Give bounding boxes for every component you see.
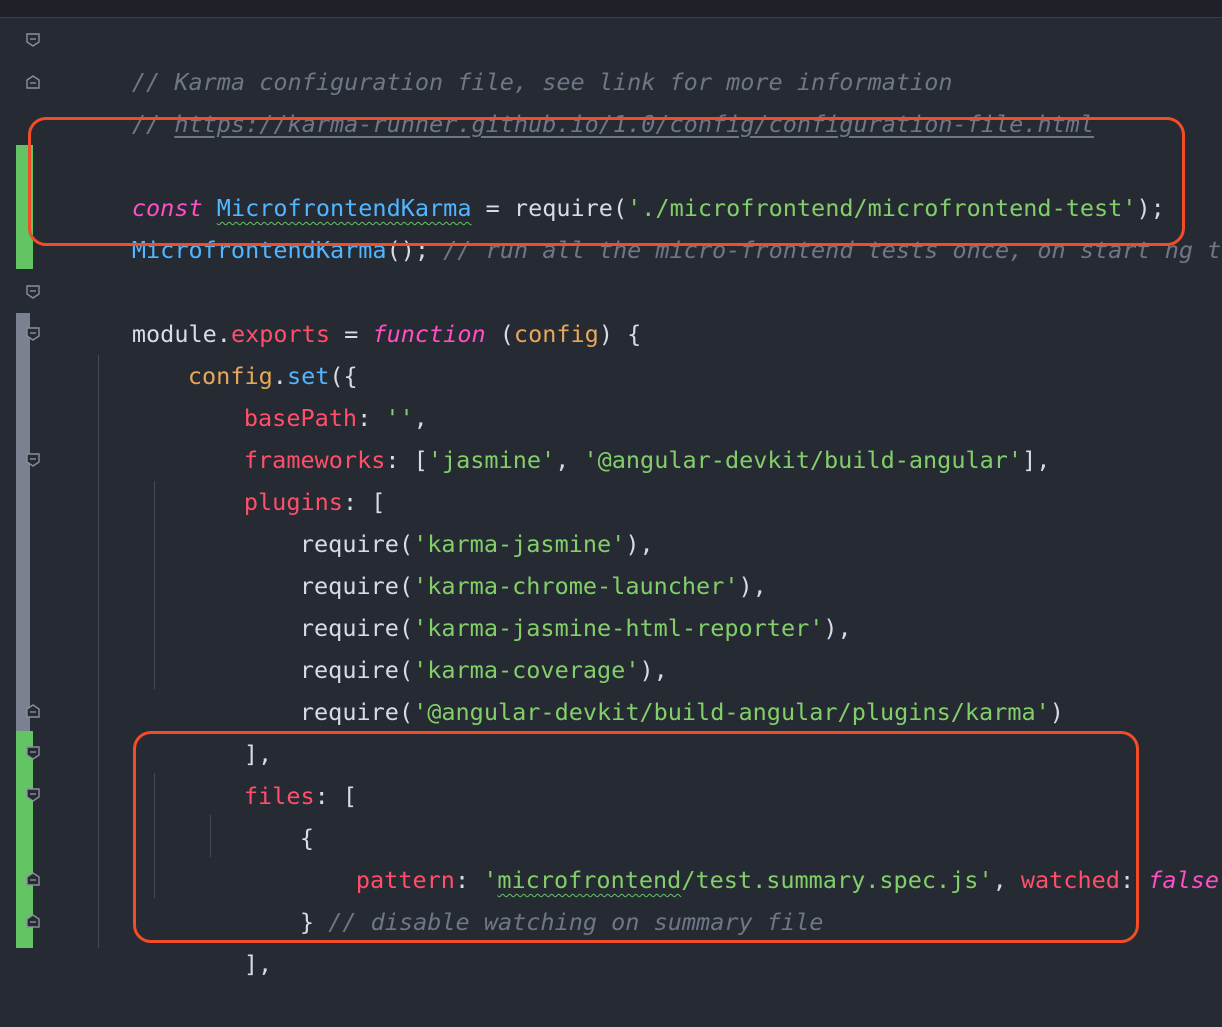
punct: ,	[555, 446, 584, 474]
code-line[interactable]: frameworks: ['jasmine', '@angular-devkit…	[159, 397, 1050, 474]
keyword: false	[1148, 866, 1219, 894]
code-editor[interactable]: // Karma configuration file, see link fo…	[0, 0, 1222, 978]
code-line[interactable]: require('karma-coverage'),	[215, 607, 668, 684]
punct: ],	[243, 950, 273, 978]
code-line[interactable]: plugins: [	[159, 439, 386, 516]
punct: : [	[385, 446, 428, 474]
highlight-box	[133, 731, 1139, 943]
fold-icon[interactable]	[25, 787, 41, 803]
code-line[interactable]: module.exports = function (config) {	[47, 271, 641, 348]
fold-icon[interactable]	[25, 745, 41, 761]
indent-guide	[98, 355, 99, 948]
string-literal: '@angular-devkit/build-angular/plugins/k…	[413, 698, 1050, 726]
fold-icon[interactable]	[25, 913, 41, 929]
keyword: function	[372, 320, 486, 348]
function-name: require	[299, 698, 399, 726]
punct: )	[1049, 698, 1064, 726]
code-line[interactable]: // Karma configuration file, see link fo…	[47, 19, 953, 96]
string-literal: 'jasmine'	[427, 446, 556, 474]
punct: (	[398, 698, 414, 726]
code-line[interactable]: require('@angular-devkit/build-angular/p…	[215, 649, 1064, 726]
fold-icon[interactable]	[25, 452, 41, 468]
fold-icon[interactable]	[25, 74, 41, 90]
fold-icon[interactable]	[25, 284, 41, 300]
fold-icon[interactable]	[25, 871, 41, 887]
highlight-box	[28, 117, 1185, 246]
fold-icon[interactable]	[25, 326, 41, 342]
punct: ],	[1022, 446, 1051, 474]
string-literal: '@angular-devkit/build-angular'	[583, 446, 1023, 474]
code-line[interactable]: require('karma-chrome-launcher'),	[215, 523, 767, 600]
punct: ) {	[598, 320, 642, 348]
fold-icon[interactable]	[25, 32, 41, 48]
code-line[interactable]: basePath: '',	[159, 355, 428, 432]
punct: (	[485, 320, 514, 348]
punct: ),	[823, 614, 852, 642]
code-line[interactable]: require('karma-jasmine-html-reporter'),	[215, 565, 852, 642]
code-line[interactable]: config.set({	[103, 313, 358, 390]
code-line[interactable]: ],	[159, 691, 272, 768]
code-line[interactable]: require('karma-jasmine'),	[215, 481, 654, 558]
vcs-modified-marker	[16, 313, 30, 731]
parameter: config	[513, 320, 599, 348]
fold-icon[interactable]	[25, 703, 41, 719]
indent-guide	[154, 481, 155, 689]
code-line[interactable]: // https://karma-runner.github.io/1.0/co…	[47, 61, 1094, 138]
editor-tab-bar	[0, 0, 1222, 18]
